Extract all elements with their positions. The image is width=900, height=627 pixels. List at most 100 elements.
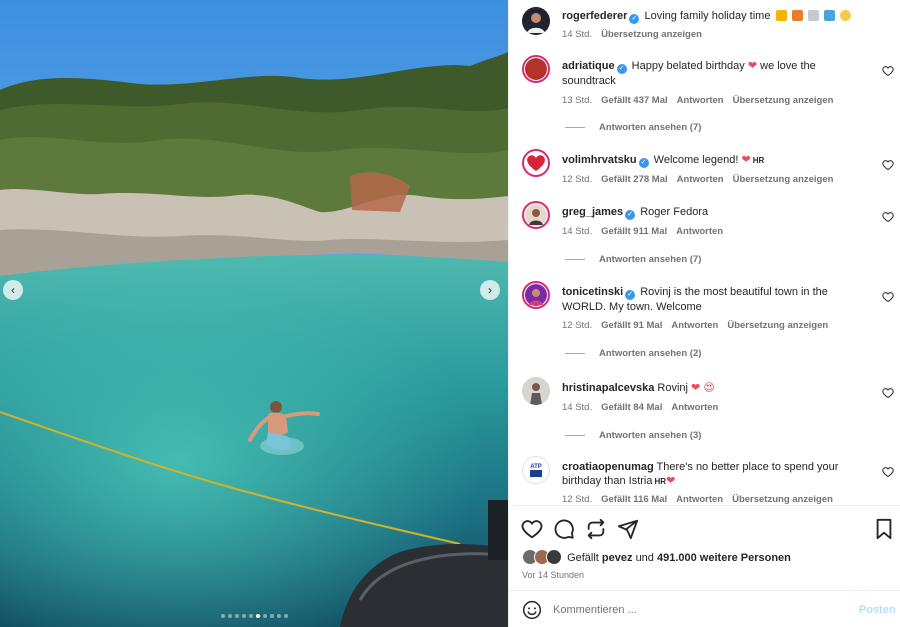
reply-button[interactable]: Antworten (676, 226, 723, 237)
avatar-rogerfederer[interactable] (522, 7, 550, 35)
comment-time: 12 Std. (562, 174, 593, 185)
comment-like-heart-icon[interactable] (882, 65, 894, 77)
carousel-dot (234, 614, 239, 618)
previous-slide-button[interactable]: ‹ (3, 280, 23, 300)
comment-like-heart-icon[interactable] (882, 159, 894, 171)
comment-icon[interactable] (553, 518, 575, 540)
comment-likes[interactable]: Gefällt 278 Mal (601, 174, 668, 185)
wave-emoji-icon (823, 10, 835, 21)
comment-username[interactable]: adriatique (562, 60, 615, 72)
caption-text: Loving family holiday time (644, 10, 771, 22)
carousel-dot (276, 614, 281, 618)
send-icon[interactable] (617, 518, 639, 540)
avatar-tonicetinski[interactable] (522, 281, 550, 309)
bookmark-icon[interactable] (873, 518, 895, 540)
comment-text: Happy belated birthday (631, 60, 745, 72)
chevron-left-icon: ‹ (11, 283, 15, 297)
heart-eyes-emoji-icon: 😍 (703, 382, 715, 394)
comment-like-heart-icon[interactable] (882, 387, 894, 399)
translate-link[interactable]: Übersetzung anzeigen (732, 494, 833, 505)
likes-prefix: Gefällt (567, 552, 599, 564)
translate-link[interactable]: Übersetzung anzeigen (733, 95, 834, 106)
carousel-dot (262, 614, 267, 618)
comment-likes[interactable]: Gefällt 116 Mal (601, 494, 667, 505)
comment-likes[interactable]: Gefällt 437 Mal (601, 95, 668, 106)
instagram-post-view: ‹ › rogerfederer ✓ Loving family holiday … (0, 0, 900, 627)
translate-link[interactable]: Übersetzung anzeigen (733, 174, 834, 185)
heart-emoji-icon: ❤ (747, 60, 758, 72)
carousel-dot (241, 614, 246, 618)
smile-emoji-icon (839, 10, 851, 21)
verified-badge-icon: ✓ (638, 158, 649, 168)
bicycle-emoji-icon (807, 10, 819, 21)
comment-like-heart-icon[interactable] (882, 291, 894, 303)
flag-label: HR (654, 477, 667, 486)
photo-scene (0, 0, 508, 627)
chevron-right-icon: › (488, 283, 492, 297)
carousel-dot (248, 614, 253, 618)
avatar-croatiaopenumag[interactable]: ATP (522, 456, 550, 484)
comment-input[interactable] (553, 601, 833, 619)
caption-time: 14 Std. (562, 29, 593, 40)
carousel-dot (227, 614, 232, 618)
verified-badge-icon: ✓ (625, 290, 636, 300)
view-replies-link[interactable]: Antworten ansehen (7) (565, 122, 701, 133)
svg-text:ATP: ATP (530, 464, 542, 470)
avatar-greg_james[interactable] (522, 201, 550, 229)
comment-text: Welcome legend! (653, 154, 739, 166)
heart-emoji-icon: ❤ (691, 382, 701, 394)
flag-label: HR (752, 156, 765, 165)
comment-like-heart-icon[interactable] (882, 211, 894, 223)
view-replies-link[interactable]: Antworten ansehen (3) (565, 430, 701, 441)
comment-time: 14 Std. (562, 402, 593, 413)
comment-likes[interactable]: Gefällt 911 Mal (601, 226, 667, 237)
post-actions: Gefällt pevez und 491.000 weitere Person… (509, 505, 900, 590)
avatar-adriatique[interactable] (522, 55, 550, 83)
post-photo[interactable]: ‹ › (0, 0, 508, 627)
post-comment-button[interactable]: Posten (859, 604, 896, 616)
view-replies-link[interactable]: Antworten ansehen (7) (565, 254, 701, 265)
username-rogerfederer[interactable]: rogerfederer (562, 10, 627, 22)
carousel-dot (220, 614, 225, 618)
post-timestamp: Vor 14 Stunden (522, 570, 585, 580)
next-slide-button[interactable]: › (480, 280, 500, 300)
avatar-hristinapalcevska[interactable] (522, 377, 550, 405)
heart-emoji-icon: ❤ (666, 475, 676, 487)
share-icon[interactable] (585, 518, 607, 540)
avatar-volimhrvatsku[interactable] (522, 149, 550, 177)
view-replies-link[interactable]: Antworten ansehen (2) (565, 348, 701, 359)
heart-icon[interactable] (521, 518, 543, 540)
sunset-emoji-icon (775, 10, 787, 21)
carousel-dot (255, 614, 260, 618)
carousel-dot (283, 614, 288, 618)
translate-link[interactable]: Übersetzung anzeigen (727, 320, 828, 331)
likes-user[interactable]: pevez (602, 552, 633, 564)
comment-username[interactable]: greg_james (562, 206, 623, 218)
caption-translate-link[interactable]: Übersetzung anzeigen (601, 29, 702, 40)
reply-button[interactable]: Antworten (676, 494, 723, 505)
comment-username[interactable]: volimhrvatsku (562, 154, 637, 166)
comment-username[interactable]: tonicetinski (562, 286, 623, 298)
carousel-indicator (0, 614, 508, 618)
comment-text: Roger Fedora (640, 206, 709, 218)
reply-button[interactable]: Antworten (671, 402, 718, 413)
post-caption: rogerfederer ✓ Loving family holiday time… (509, 0, 900, 50)
comments-list[interactable]: adriatique ✓ Happy belated birthday ❤ we … (509, 50, 900, 505)
comment-username[interactable]: croatiaopenumag (562, 461, 654, 473)
emoji-icon[interactable] (522, 600, 542, 620)
comment-text: Rovinj (657, 382, 688, 394)
comment-composer: Posten (509, 590, 900, 627)
comment-time: 12 Std. (562, 494, 593, 505)
comment-username[interactable]: hristinapalcevska (562, 382, 654, 394)
likes-summary[interactable]: Gefällt pevez und 491.000 weitere Person… (522, 549, 791, 565)
comment-likes[interactable]: Gefällt 84 Mal (601, 402, 662, 413)
comment-like-heart-icon[interactable] (882, 466, 894, 478)
reply-button[interactable]: Antworten (677, 95, 724, 106)
reply-button[interactable]: Antworten (677, 174, 724, 185)
comment-likes[interactable]: Gefällt 91 Mal (601, 320, 662, 331)
heart-emoji-icon: ❤ (741, 154, 751, 166)
likes-count[interactable]: 491.000 weitere Personen (657, 552, 791, 564)
verified-badge-icon: ✓ (625, 210, 636, 220)
reply-button[interactable]: Antworten (671, 320, 718, 331)
carousel-dot (269, 614, 274, 618)
